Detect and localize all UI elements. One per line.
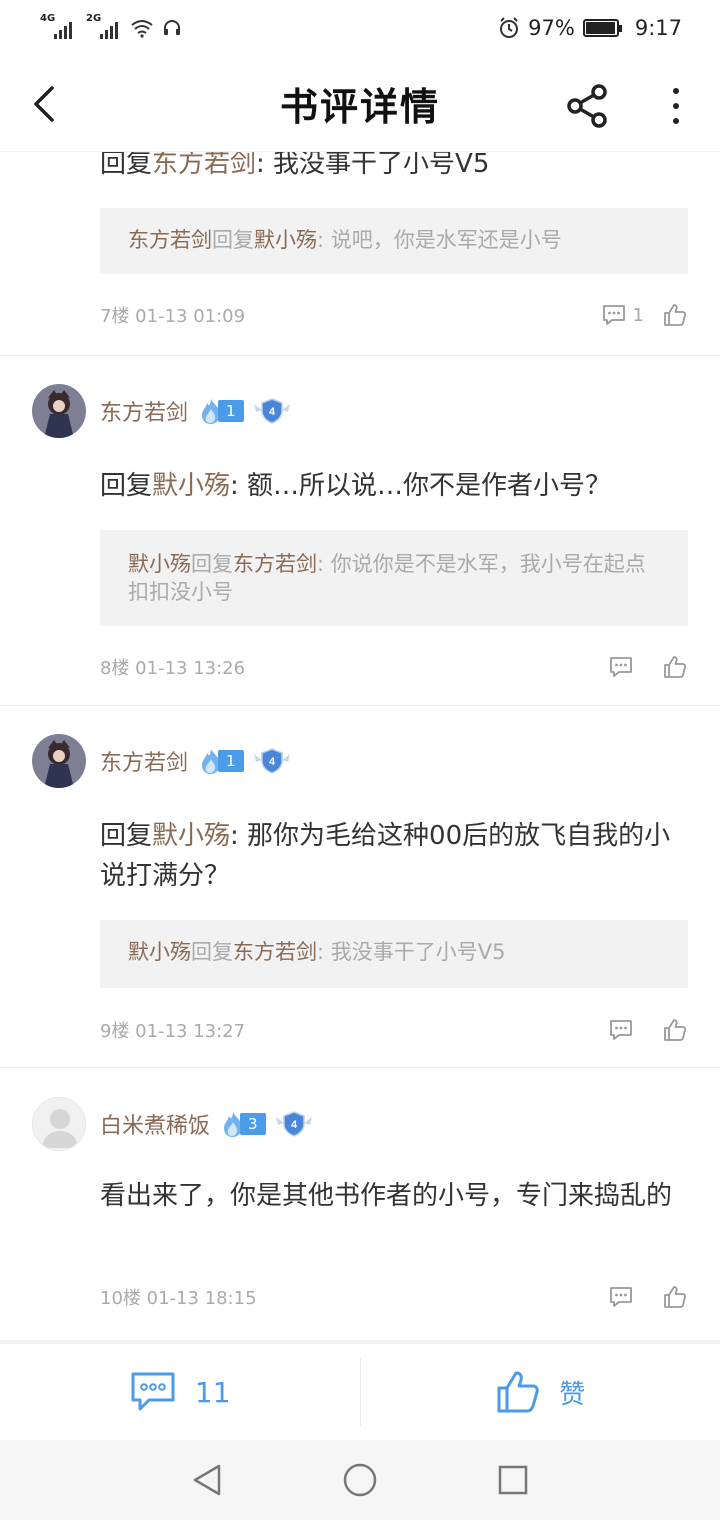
network-type-1: 4G bbox=[40, 13, 56, 24]
reply-mention[interactable]: 默小殇 bbox=[152, 471, 230, 501]
floor-time: 8楼 01-13 13:26 bbox=[100, 658, 246, 679]
comment-meta: 7楼 01-13 01:09 1 bbox=[100, 302, 688, 328]
level-shield-icon: 4 bbox=[253, 398, 290, 424]
comment-total-button[interactable]: 11 bbox=[0, 1344, 360, 1440]
comment-meta: 10楼 01-13 18:15 bbox=[100, 1284, 688, 1310]
quoted-reply[interactable]: 东方若剑回复默小殇: 说吧，你是水军还是小号 bbox=[100, 208, 688, 274]
thumbs-up-icon bbox=[664, 1286, 687, 1308]
bottom-action-bar: 11 赞 bbox=[0, 1340, 720, 1440]
system-nav-bar bbox=[0, 1440, 720, 1520]
nav-recents-icon[interactable] bbox=[495, 1462, 531, 1498]
thumbs-up-icon bbox=[664, 304, 687, 326]
alarm-icon bbox=[500, 17, 519, 38]
comment-list[interactable]: 回复东方若剑: 我没事干了小号V5 东方若剑回复默小殇: 说吧，你是水军还是小号… bbox=[0, 152, 720, 1340]
page-title: 书评详情 bbox=[279, 84, 440, 129]
avatar[interactable] bbox=[32, 1097, 86, 1151]
comment-icon bbox=[610, 657, 632, 677]
status-bar: 4G 2G 97% 9:17 bbox=[0, 0, 720, 56]
back-button[interactable] bbox=[20, 78, 68, 130]
username[interactable]: 白米煮稀饭 bbox=[100, 1108, 210, 1140]
signal-icon-1: 4G bbox=[40, 13, 72, 39]
like-button[interactable] bbox=[662, 654, 688, 680]
clock: 9:17 bbox=[634, 16, 682, 40]
floor-time: 9楼 01-13 13:27 bbox=[100, 1021, 246, 1042]
wifi-icon bbox=[131, 20, 153, 38]
status-right: 97% 9:17 bbox=[498, 16, 682, 40]
quoted-reply[interactable]: 默小殇回复东方若剑: 你说你是不是水军，我小号在起点扣扣没小号 bbox=[100, 530, 688, 626]
user-level: 4 bbox=[269, 756, 276, 768]
comment-icon bbox=[131, 1372, 175, 1411]
like-review-button[interactable]: 赞 bbox=[361, 1344, 720, 1440]
thumbs-up-icon bbox=[497, 1371, 539, 1413]
avatar[interactable] bbox=[32, 384, 86, 438]
fans-level-badge: 3 bbox=[220, 1110, 266, 1138]
comment-card: 东方若剑 1 4 回复默小殇: 额…所以说…你不是作者小号？ 默小殇回复东方若剑… bbox=[0, 356, 720, 706]
reply-button[interactable] bbox=[608, 1285, 634, 1309]
level-shield-icon: 4 bbox=[253, 748, 290, 774]
avatar[interactable] bbox=[32, 734, 86, 788]
reply-mention[interactable]: 东方若剑 bbox=[152, 152, 256, 179]
comment-icon bbox=[602, 305, 625, 325]
status-left: 4G 2G bbox=[40, 13, 182, 39]
headset-icon bbox=[164, 20, 180, 35]
comment-card: 回复东方若剑: 我没事干了小号V5 东方若剑回复默小殇: 说吧，你是水军还是小号… bbox=[0, 152, 720, 356]
comment-meta: 9楼 01-13 13:27 bbox=[100, 1017, 688, 1043]
reply-button[interactable] bbox=[608, 655, 634, 679]
comment-icon bbox=[610, 1020, 632, 1040]
username[interactable]: 东方若剑 bbox=[100, 395, 188, 427]
like-button[interactable] bbox=[662, 302, 688, 328]
floor-time: 10楼 01-13 18:15 bbox=[100, 1288, 257, 1309]
fans-level-badge: 1 bbox=[198, 397, 244, 425]
reply-count: 1 bbox=[632, 304, 644, 326]
username[interactable]: 东方若剑 bbox=[100, 745, 188, 777]
comment-icon bbox=[610, 1287, 632, 1307]
comment-card: 东方若剑 1 4 回复默小殇: 那你为毛给这种00后的放飞自我的小说打满分？ 默… bbox=[0, 706, 720, 1068]
reply-button[interactable]: 1 bbox=[601, 303, 644, 327]
level-shield-icon: 4 bbox=[275, 1111, 312, 1137]
quoted-reply[interactable]: 默小殇回复东方若剑: 我没事干了小号V5 bbox=[100, 920, 688, 988]
comment-card: 白米煮稀饭 3 4 看出来了，你是其他书作者的小号，专门来捣乱的 10楼 01-… bbox=[0, 1068, 720, 1336]
nav-back-icon[interactable] bbox=[189, 1462, 225, 1498]
comment-text: 回复东方若剑: 我没事干了小号V5 bbox=[100, 152, 489, 184]
comment-text: 回复默小殇: 额…所以说…你不是作者小号？ bbox=[100, 471, 612, 501]
app-header: 书评详情 bbox=[0, 56, 720, 152]
user-row: 东方若剑 1 4 bbox=[32, 383, 292, 439]
like-label: 赞 bbox=[559, 1379, 586, 1410]
thumbs-up-icon bbox=[664, 1019, 687, 1041]
battery-percent: 97% bbox=[528, 16, 575, 40]
comment-text: 回复默小殇: 那你为毛给这种00后的放飞自我的小说打满分？ bbox=[100, 821, 671, 891]
back-chevron-icon bbox=[34, 86, 54, 122]
comment-meta: 8楼 01-13 13:26 bbox=[100, 654, 688, 680]
share-icon bbox=[567, 84, 607, 128]
user-level: 4 bbox=[269, 406, 276, 418]
more-button[interactable] bbox=[654, 80, 698, 132]
like-button[interactable] bbox=[662, 1284, 688, 1310]
user-row: 东方若剑 1 4 bbox=[32, 733, 292, 789]
nav-home-icon[interactable] bbox=[342, 1462, 378, 1498]
fans-level-badge: 1 bbox=[198, 747, 244, 775]
user-row: 白米煮稀饭 3 4 bbox=[32, 1096, 314, 1152]
reply-mention[interactable]: 默小殇 bbox=[152, 821, 230, 851]
reply-button[interactable] bbox=[608, 1018, 634, 1042]
battery-fill bbox=[585, 22, 615, 34]
floor-time: 7楼 01-13 01:09 bbox=[100, 306, 246, 327]
thumbs-up-icon bbox=[664, 656, 687, 678]
signal-icon-2: 2G bbox=[86, 13, 118, 39]
like-button[interactable] bbox=[662, 1017, 688, 1043]
share-button[interactable] bbox=[562, 80, 614, 132]
comment-total: 11 bbox=[194, 1375, 231, 1409]
battery-icon bbox=[582, 19, 622, 37]
comment-text: 看出来了，你是其他书作者的小号，专门来捣乱的 bbox=[100, 1181, 673, 1211]
user-level: 4 bbox=[291, 1119, 298, 1131]
network-type-2: 2G bbox=[86, 13, 102, 24]
more-vertical-icon bbox=[673, 88, 679, 94]
